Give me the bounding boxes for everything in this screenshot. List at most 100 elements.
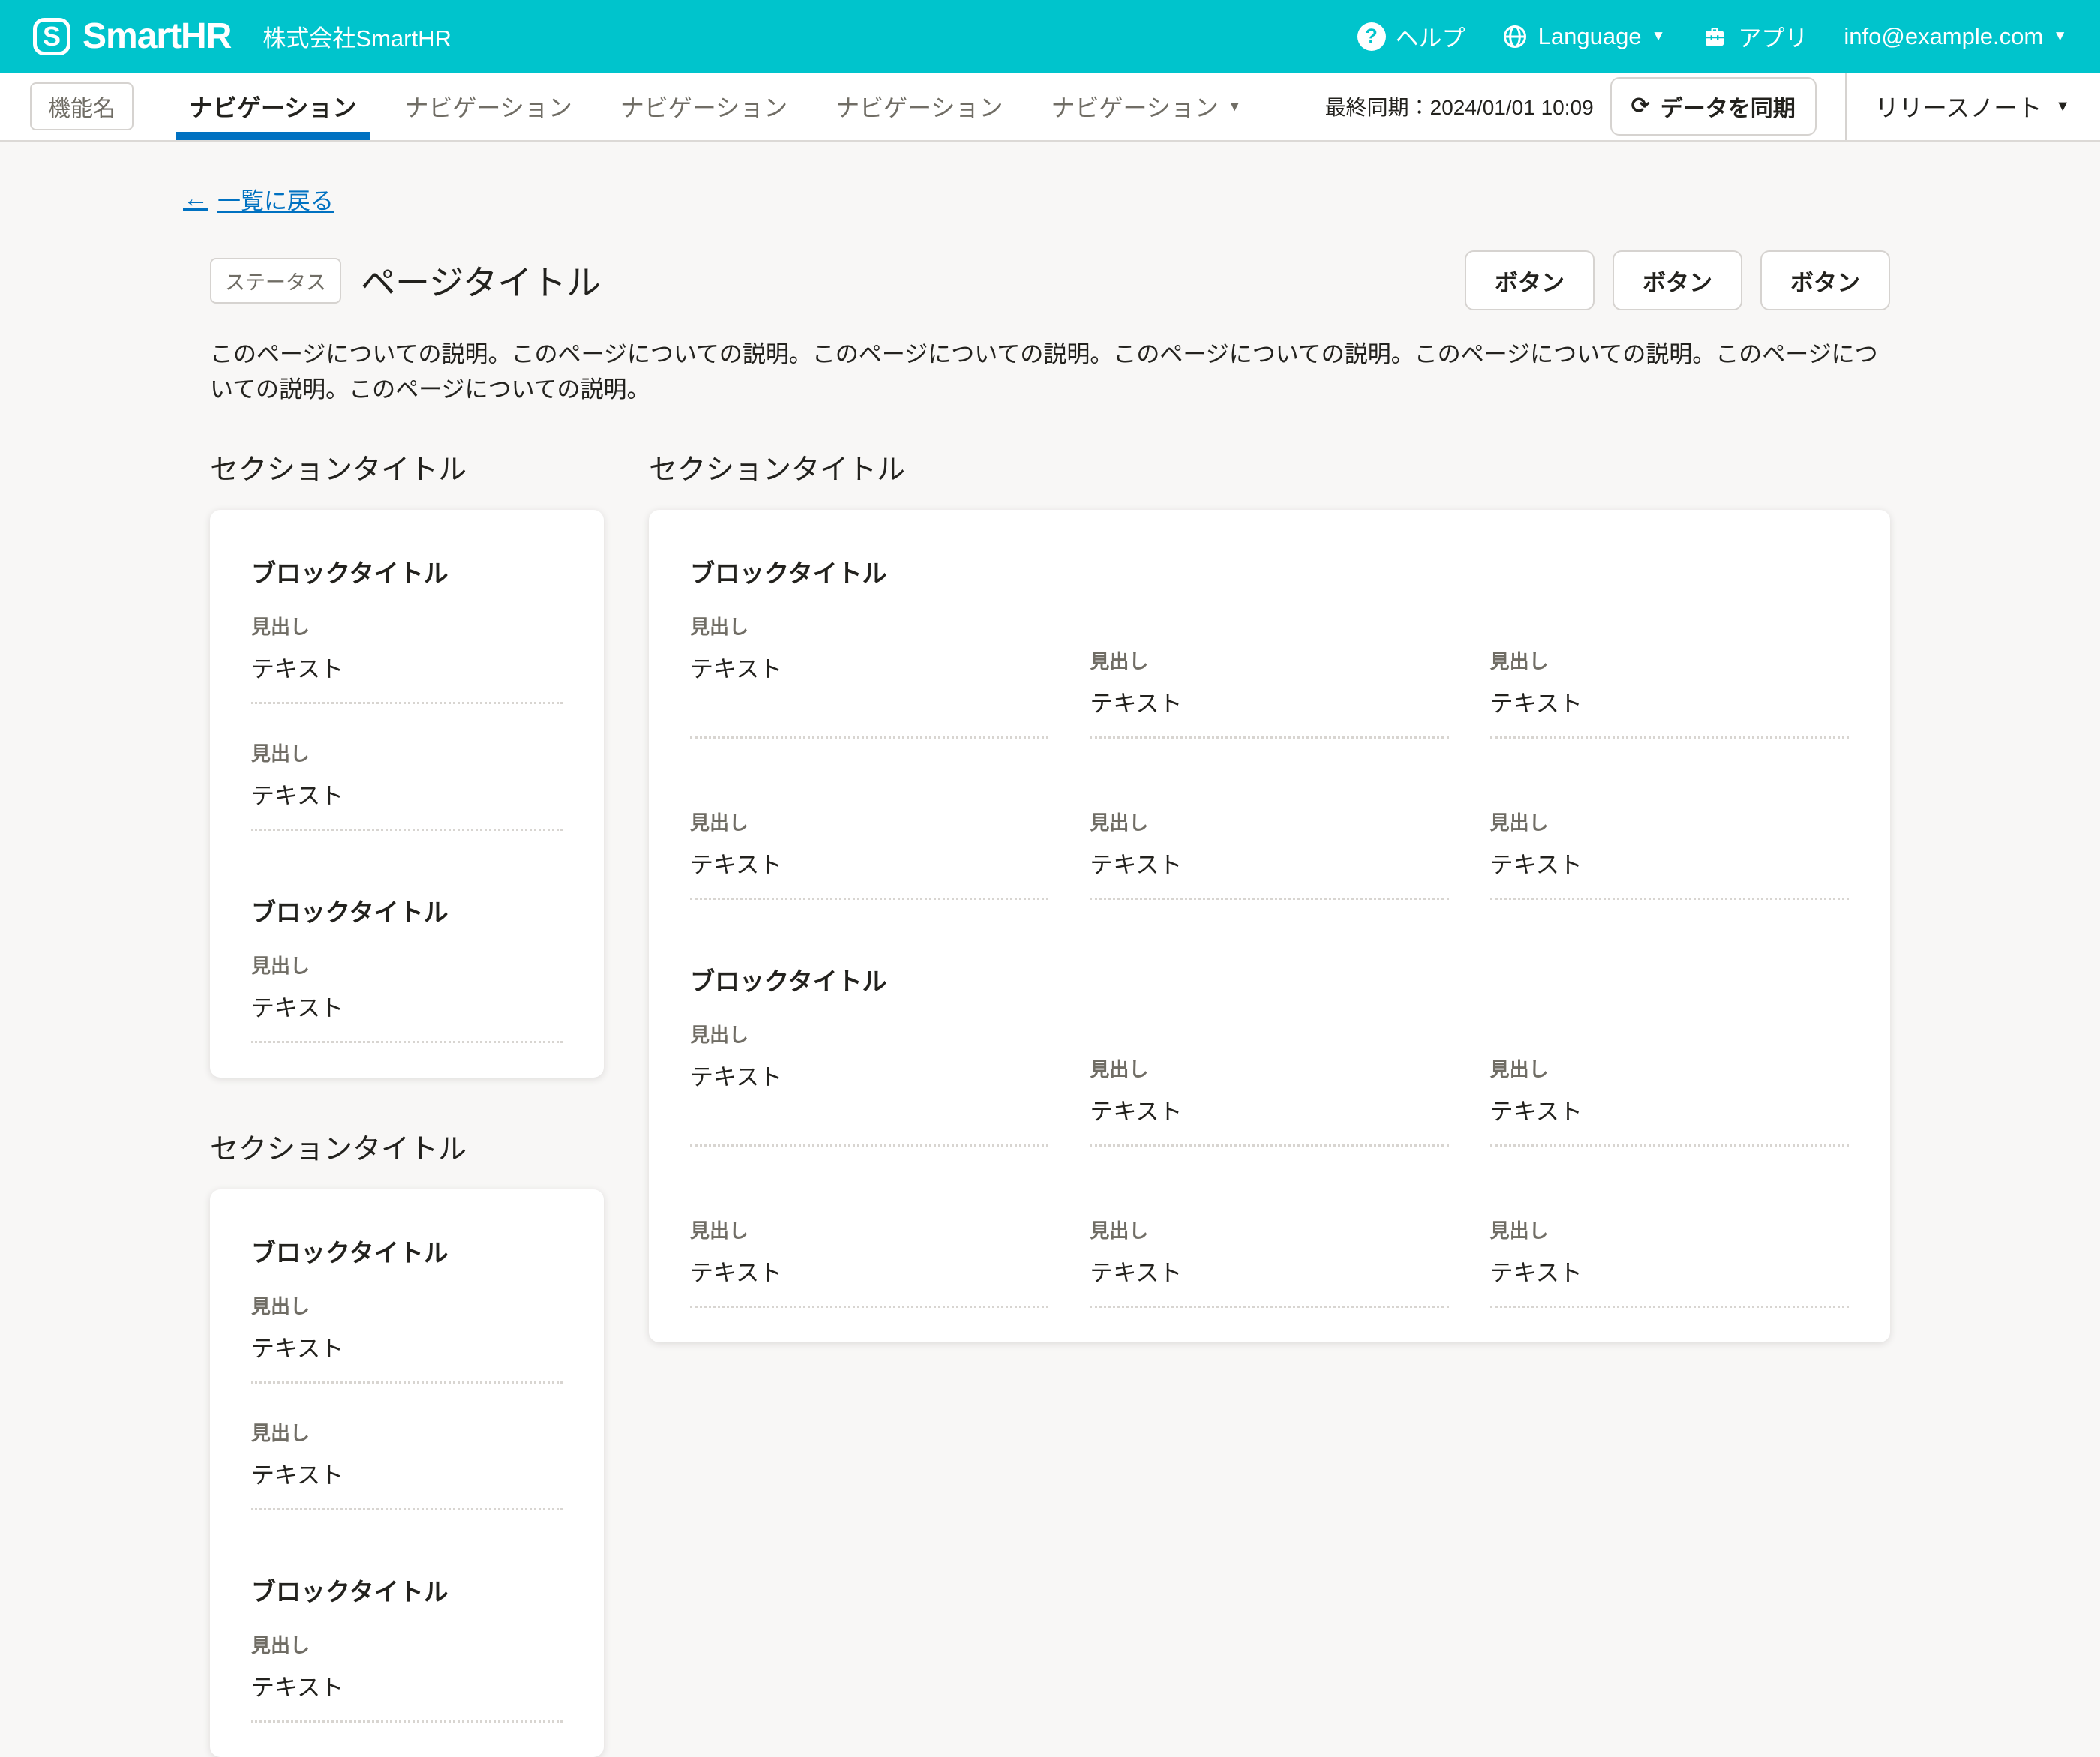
globe-icon	[1502, 23, 1528, 50]
page-actions: ボタン ボタン ボタン	[1465, 250, 1890, 310]
definition-text: テキスト	[251, 989, 562, 1023]
refresh-icon: ⟳	[1631, 95, 1650, 118]
language-menu[interactable]: Language ▼	[1502, 23, 1666, 50]
nav-tab-3[interactable]: ナビゲーション	[596, 73, 812, 140]
definition-text: テキスト	[1490, 846, 1849, 880]
definition-text: テキスト	[690, 1058, 1048, 1092]
nav-tab-label: ナビゲーション	[1052, 89, 1219, 124]
release-notes-label: リリースノート	[1875, 89, 2042, 124]
definition-text: テキスト	[251, 1456, 562, 1490]
definition-term: 見出し	[1090, 808, 1448, 835]
definition-text: テキスト	[251, 1669, 562, 1702]
definition-term: 見出し	[251, 1291, 562, 1319]
account-email: info@example.com	[1844, 23, 2043, 50]
caret-down-icon: ▼	[2053, 29, 2067, 43]
caret-down-icon: ▼	[1652, 29, 1666, 43]
content-columns: セクションタイトル ブロックタイトル 見出し テキスト 見出し テキスト	[210, 446, 1890, 1757]
definition-term: 見出し	[1090, 646, 1448, 674]
definition-text: テキスト	[1090, 1093, 1448, 1126]
definition-term: 見出し	[690, 1216, 1048, 1243]
definition-text: テキスト	[1090, 685, 1448, 718]
definition-term: 見出し	[690, 612, 1048, 640]
smarthr-logo-icon: S	[33, 18, 70, 55]
action-button-1[interactable]: ボタン	[1465, 250, 1594, 310]
section-2: セクションタイトル ブロックタイトル 見出し テキスト 見出し テキスト	[649, 446, 1890, 1342]
apps-label: アプリ	[1738, 19, 1808, 53]
section-3: セクションタイトル ブロックタイトル 見出し テキスト 見出し テキスト	[210, 1126, 604, 1757]
block-title: ブロックタイトル	[251, 1233, 562, 1269]
nav-tab-2[interactable]: ナビゲーション	[380, 73, 596, 140]
page-title: ページタイトル	[361, 256, 601, 305]
nav-tab-5[interactable]: ナビゲーション ▼	[1028, 73, 1266, 140]
sync-button-label: データを同期	[1660, 90, 1796, 123]
definition-text: テキスト	[251, 777, 562, 811]
nav-tab-1[interactable]: ナビゲーション	[165, 73, 380, 140]
definition-item: 見出し テキスト	[251, 1418, 562, 1510]
back-link[interactable]: ← 一覧に戻る	[183, 182, 334, 216]
nav-tab-label: ナビゲーション	[620, 89, 788, 124]
card: ブロックタイトル 見出し テキスト 見出し テキスト ブロックタイトル	[210, 510, 604, 1078]
definition-item: 見出し テキスト	[1090, 646, 1448, 739]
card: ブロックタイトル 見出し テキスト 見出し テキスト ブロックタイトル	[210, 1189, 604, 1757]
sync-data-button[interactable]: ⟳ データを同期	[1610, 77, 1816, 136]
toolbox-icon	[1701, 23, 1728, 50]
smarthr-logo[interactable]: S SmartHR	[33, 16, 231, 57]
caret-down-icon: ▼	[2055, 99, 2070, 114]
nav-tab-label: ナビゲーション	[189, 89, 356, 124]
definition-item: 見出し テキスト	[1490, 1054, 1849, 1147]
logo-wordmark: SmartHR	[82, 16, 231, 57]
definition-term: 見出し	[1090, 1054, 1448, 1082]
logo-letter: S	[43, 21, 61, 52]
definition-text: テキスト	[251, 650, 562, 684]
block: ブロックタイトル 見出し テキスト 見出し テキスト	[251, 1233, 562, 1510]
definition-term: 見出し	[251, 612, 562, 640]
caret-down-icon: ▼	[1228, 100, 1242, 114]
definition-text: テキスト	[1490, 1093, 1849, 1126]
definition-text: テキスト	[251, 1330, 562, 1363]
definition-text: テキスト	[690, 650, 1048, 684]
definition-text: テキスト	[1090, 846, 1448, 880]
definition-item: 見出し テキスト	[1090, 808, 1448, 900]
definition-text: テキスト	[1490, 685, 1849, 718]
definition-item: 見出し テキスト	[1490, 1216, 1849, 1308]
definition-text: テキスト	[1490, 1254, 1849, 1288]
block: ブロックタイトル 見出し テキスト 見出し テキスト	[251, 553, 562, 831]
block: ブロックタイトル 見出し テキスト	[251, 1572, 562, 1723]
feature-badge: 機能名	[30, 82, 134, 130]
help-link[interactable]: ? ヘルプ	[1358, 19, 1466, 53]
definition-term: 見出し	[1490, 1054, 1849, 1082]
definition-term: 見出し	[1090, 1216, 1448, 1243]
section-title: セクションタイトル	[210, 1126, 604, 1167]
nav-tab-4[interactable]: ナビゲーション	[812, 73, 1027, 140]
company-name: 株式会社SmartHR	[262, 19, 451, 53]
definition-item: 見出し テキスト	[690, 1020, 1048, 1147]
apps-link[interactable]: アプリ	[1701, 19, 1808, 53]
last-sync-label: 最終同期：2024/01/01 10:09	[1325, 91, 1594, 121]
app-navigation-bar: 機能名 ナビゲーション ナビゲーション ナビゲーション ナビゲーション ナビゲー…	[0, 73, 2100, 142]
definition-term: 見出し	[690, 808, 1048, 835]
account-menu[interactable]: info@example.com ▼	[1844, 23, 2067, 50]
definition-term: 見出し	[251, 1630, 562, 1658]
block: ブロックタイトル 見出し テキスト	[251, 892, 562, 1043]
left-column: セクションタイトル ブロックタイトル 見出し テキスト 見出し テキスト	[210, 446, 604, 1757]
section-1: セクションタイトル ブロックタイトル 見出し テキスト 見出し テキスト	[210, 446, 604, 1078]
action-button-2[interactable]: ボタン	[1612, 250, 1742, 310]
definition-item: 見出し テキスト	[1090, 1216, 1448, 1308]
block-title: ブロックタイトル	[251, 1572, 562, 1608]
back-link-label: 一覧に戻る	[218, 182, 334, 216]
back-arrow-icon: ←	[183, 184, 208, 214]
section-title: セクションタイトル	[210, 446, 604, 487]
definition-item: 見出し テキスト	[251, 739, 562, 831]
nav-divider	[1845, 73, 1846, 140]
action-button-3[interactable]: ボタン	[1760, 250, 1890, 310]
language-label: Language	[1538, 23, 1642, 50]
card: ブロックタイトル 見出し テキスト 見出し テキスト 見出し	[649, 510, 1890, 1342]
release-notes-menu[interactable]: リリースノート ▼	[1875, 89, 2070, 124]
definition-item: 見出し テキスト	[251, 1291, 562, 1384]
help-icon: ?	[1358, 22, 1386, 51]
nav-tabs: ナビゲーション ナビゲーション ナビゲーション ナビゲーション ナビゲーション …	[165, 73, 1266, 140]
definition-term: 見出し	[1490, 1216, 1849, 1243]
definition-item: 見出し テキスト	[251, 1630, 562, 1723]
definition-text: テキスト	[690, 846, 1048, 880]
block: ブロックタイトル 見出し テキスト 見出し テキスト 見出し	[690, 961, 1849, 1308]
